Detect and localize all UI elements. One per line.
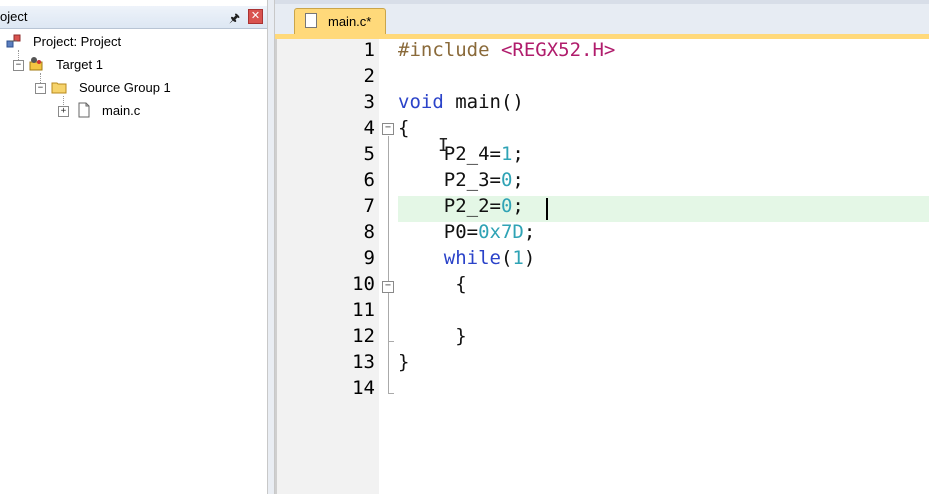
fold-collapse-icon[interactable]: − <box>382 281 394 293</box>
header-token: <REGX52.H> <box>489 39 616 61</box>
line-number: 1 <box>363 39 375 61</box>
collapse-icon[interactable]: − <box>35 83 46 94</box>
tree-item-main-c[interactable]: + main.c <box>0 101 260 121</box>
line-number: 7 <box>363 195 375 217</box>
keyword-token: void <box>398 91 444 113</box>
code-line-10: { <box>398 271 467 297</box>
target-icon <box>29 57 43 71</box>
line-number: 3 <box>363 91 375 113</box>
tree-item-target[interactable]: − Target 1 <box>0 55 260 75</box>
code-line-12: } <box>398 323 467 349</box>
line-number: 13 <box>352 351 375 373</box>
keyword-token: while <box>443 247 501 269</box>
file-icon <box>305 13 317 28</box>
code-token: P2_3= <box>398 169 501 191</box>
code-line-1: #include <REGX52.H> <box>398 37 615 63</box>
number-token: 0x7D <box>478 221 524 243</box>
code-line-13: } <box>398 349 409 375</box>
panel-splitter[interactable] <box>268 0 275 494</box>
code-token: ; <box>523 221 536 243</box>
collapse-icon[interactable]: − <box>13 60 24 71</box>
tab-main-c[interactable]: main.c* <box>294 8 386 35</box>
folder-icon <box>51 82 67 94</box>
code-token: P2_4= <box>398 143 501 165</box>
project-panel: oject 🖈 ✕ Project: Project − Target 1 − … <box>0 0 268 494</box>
code-token: ( <box>500 247 513 269</box>
fold-end-tick <box>388 341 394 342</box>
code-token: P0= <box>398 221 479 243</box>
code-line-4: { <box>398 115 409 141</box>
number-token: 1 <box>500 143 513 165</box>
line-number: 8 <box>363 221 375 243</box>
pin-icon[interactable]: 🖈 <box>229 9 240 30</box>
project-icon <box>6 34 21 48</box>
code-token: ; <box>512 195 524 217</box>
code-line-8: P0=0x7D; <box>398 219 536 245</box>
line-number: 2 <box>363 65 375 87</box>
code-editor[interactable]: 1 2 3 4 5 6 7 8 9 10 11 12 13 14 − − #in… <box>275 39 929 494</box>
tree-label-main-c: main.c <box>102 103 141 118</box>
line-number: 10 <box>352 273 375 295</box>
fold-end-tick <box>388 393 394 394</box>
fold-guide <box>388 136 389 393</box>
tree-label-target: Target 1 <box>56 57 103 72</box>
tab-label: main.c* <box>328 14 372 29</box>
code-token: ; <box>512 143 524 165</box>
code-line-6: P2_3=0; <box>398 167 524 193</box>
tree-item-source-group[interactable]: − Source Group 1 <box>0 78 260 98</box>
gutter-edge <box>275 39 277 494</box>
line-number: 5 <box>363 143 375 165</box>
code-line-5: P2_4=1; <box>398 141 524 167</box>
line-number: 4 <box>363 117 375 139</box>
line-number: 12 <box>352 325 375 347</box>
code-token: P2_2= <box>398 195 501 217</box>
code-token: ) <box>523 247 536 269</box>
panel-header: oject 🖈 ✕ <box>0 6 267 29</box>
line-number: 6 <box>363 169 375 191</box>
code-token: { <box>398 273 467 295</box>
file-icon <box>78 102 90 118</box>
code-line-7: P2_2=0; <box>398 193 524 219</box>
code-token: } <box>398 351 410 373</box>
tree-label-source-group: Source Group 1 <box>79 80 171 95</box>
tree-item-project[interactable]: Project: Project <box>0 32 260 52</box>
close-icon[interactable]: ✕ <box>248 9 263 24</box>
code-token: ; <box>512 169 524 191</box>
text-caret <box>546 198 548 220</box>
line-number: 9 <box>363 247 375 269</box>
preprocessor-token: #include <box>398 39 490 61</box>
code-token: } <box>398 325 467 347</box>
tab-strip-border <box>275 0 929 4</box>
expand-icon[interactable]: + <box>58 106 69 117</box>
tree-label-project: Project: Project <box>33 34 122 49</box>
code-token: main() <box>443 91 524 113</box>
number-token: 0 <box>500 169 513 191</box>
number-token: 1 <box>512 247 524 269</box>
code-token: { <box>398 117 410 139</box>
line-number: 11 <box>352 299 375 321</box>
panel-title: oject <box>0 9 28 24</box>
code-line-3: void main() <box>398 89 524 115</box>
number-token: 0 <box>500 195 513 217</box>
ibeam-cursor-icon: I <box>438 135 449 156</box>
line-number: 14 <box>352 377 375 399</box>
fold-collapse-icon[interactable]: − <box>382 123 394 135</box>
code-line-9: while(1) <box>398 245 536 271</box>
